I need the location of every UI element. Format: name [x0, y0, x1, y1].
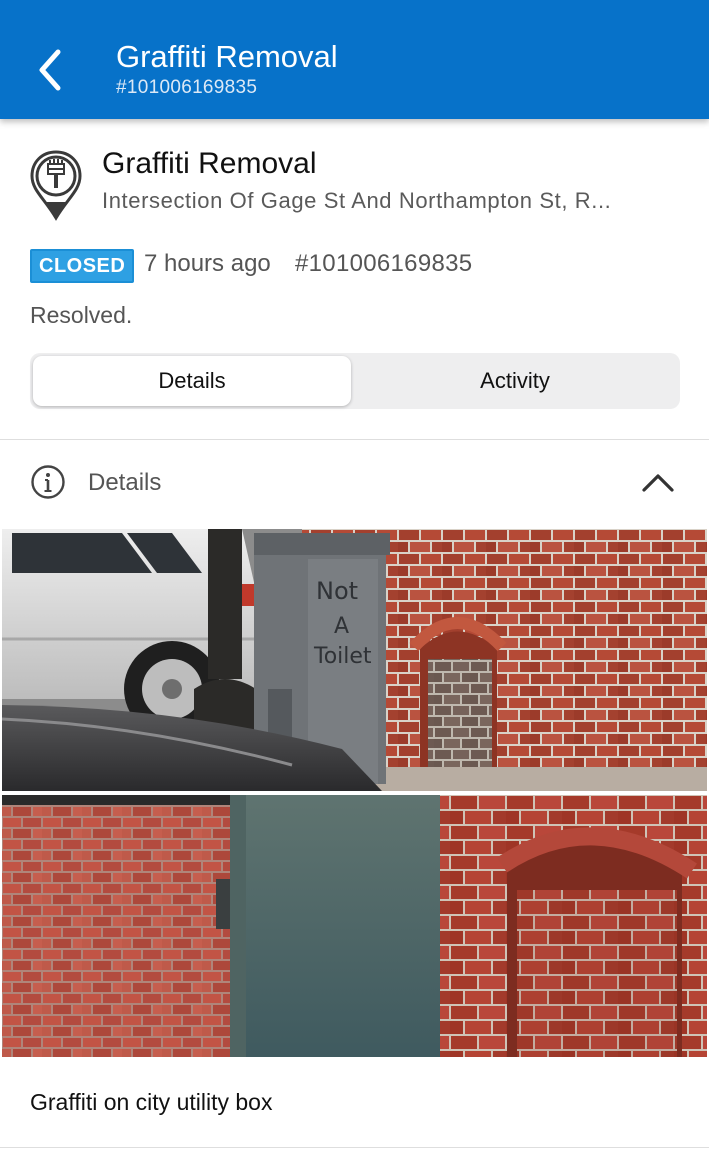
bottom-divider — [0, 1147, 709, 1148]
app-bar-subtitle: #101006169835 — [116, 77, 258, 98]
time-ago: 7 hours ago — [144, 250, 271, 277]
request-address: Intersection Of Gage St And Northampton … — [102, 188, 612, 213]
app-bar-title: Graffiti Removal — [116, 39, 338, 74]
tab-details[interactable]: Details — [33, 356, 351, 406]
svg-text:A: A — [334, 614, 349, 639]
request-description: Graffiti on city utility box — [30, 1089, 273, 1115]
chevron-left-icon — [39, 49, 61, 91]
request-photo-1[interactable]: Not A Toilet — [2, 529, 707, 791]
details-section-header[interactable]: Details — [0, 440, 709, 528]
request-title: Graffiti Removal — [102, 147, 317, 180]
tab-activity[interactable]: Activity — [356, 356, 674, 406]
svg-text:Toilet: Toilet — [313, 644, 372, 669]
details-section-label: Details — [88, 469, 162, 496]
resolution-text: Resolved. — [30, 302, 133, 328]
chevron-up-icon[interactable] — [636, 464, 680, 500]
info-icon — [31, 465, 65, 499]
request-photo-2[interactable] — [2, 795, 707, 1057]
graffiti-brush-pin-icon — [30, 150, 82, 221]
svg-text:Not: Not — [316, 577, 358, 605]
tab-switcher: Details Activity — [30, 353, 680, 409]
back-button[interactable] — [30, 40, 74, 96]
graffiti-on-utility-box-photo: Not A Toilet — [2, 529, 707, 791]
request-id: #101006169835 — [295, 250, 473, 277]
app-bar: Graffiti Removal #101006169835 — [0, 0, 709, 119]
status-badge: CLOSED — [30, 249, 135, 283]
utility-box-close-up-photo — [2, 795, 707, 1057]
